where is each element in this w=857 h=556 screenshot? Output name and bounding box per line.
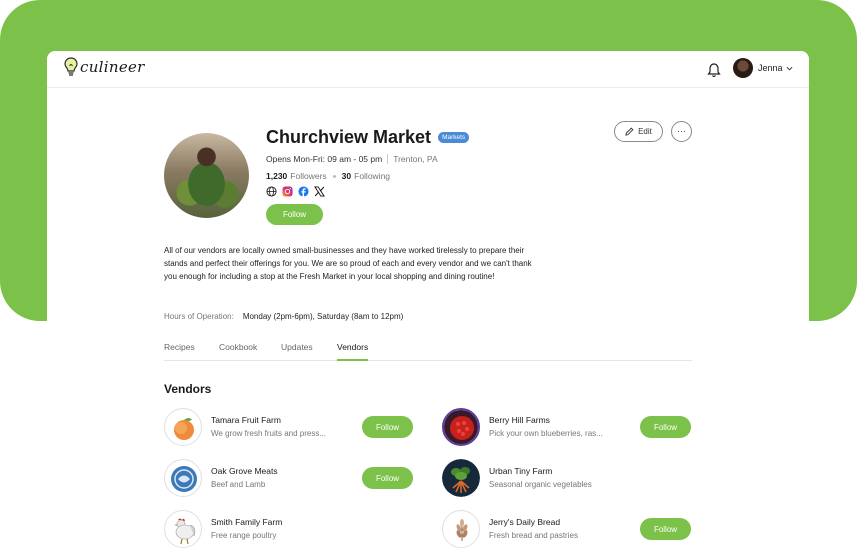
vendor-item[interactable]: Tamara Fruit Farm We grow fresh fruits a…	[164, 408, 424, 448]
vendor-follow-button[interactable]: Follow	[640, 416, 691, 438]
vendor-name[interactable]: Urban Tiny Farm	[489, 466, 552, 476]
vendor-name[interactable]: Tamara Fruit Farm	[211, 415, 281, 425]
divider	[387, 154, 389, 164]
social-links	[266, 186, 325, 197]
logo-text: culineer	[80, 58, 145, 76]
wheat-icon	[442, 510, 480, 548]
logo[interactable]: culineer	[64, 57, 145, 77]
rooster-icon	[164, 510, 202, 548]
vendor-follow-button[interactable]: Follow	[640, 518, 691, 540]
meta-row: Opens Mon-Fri: 09 am - 05 pm Trenton, PA	[266, 154, 438, 164]
vendor-description: Beef and Lamb	[211, 480, 266, 489]
tab-updates[interactable]: Updates	[281, 342, 313, 361]
chevron-down-icon	[786, 66, 792, 70]
stats-row: 1,230 Followers 30 Following	[266, 171, 390, 181]
hours-value: Monday (2pm-6pm), Saturday (8am to 12pm)	[242, 312, 404, 321]
vendor-item[interactable]: Oak Grove Meats Beef and Lamb Follow	[164, 459, 424, 499]
following-label[interactable]: Following	[354, 171, 390, 181]
vegetables-icon	[442, 459, 480, 497]
vendor-follow-button[interactable]: Follow	[362, 467, 413, 489]
opening-hours: Opens Mon-Fri: 09 am - 05 pm	[266, 154, 383, 164]
hours-label: Hours of Operation:	[164, 312, 234, 321]
vendor-item[interactable]: Smith Family Farm Free range poultry	[164, 510, 424, 550]
profile-description: All of our vendors are locally owned sma…	[164, 246, 532, 281]
vendor-description: Pick your own blueberries, ras...	[489, 429, 603, 438]
vendor-name[interactable]: Berry Hill Farms	[489, 415, 550, 425]
vendor-item[interactable]: Berry Hill Farms Pick your own blueberri…	[442, 408, 702, 448]
globe-icon[interactable]	[266, 186, 277, 197]
category-badge[interactable]: Markets	[438, 132, 470, 143]
vendor-name[interactable]: Oak Grove Meats	[211, 466, 278, 476]
lightbulb-icon	[64, 57, 78, 76]
vendor-item[interactable]: Jerry's Daily Bread Fresh bread and past…	[442, 510, 702, 550]
vendor-description: Fresh bread and pastries	[489, 531, 578, 540]
meat-logo-icon	[164, 459, 202, 497]
vendor-name[interactable]: Jerry's Daily Bread	[489, 517, 560, 527]
vendor-description: Seasonal organic vegetables	[489, 480, 592, 489]
tab-vendors[interactable]: Vendors	[337, 342, 369, 361]
following-count[interactable]: 30	[342, 171, 351, 181]
tab-cookbook[interactable]: Cookbook	[219, 342, 257, 361]
bell-icon[interactable]	[707, 62, 721, 78]
vendor-description: We grow fresh fruits and press...	[211, 429, 327, 438]
followers-label[interactable]: Followers	[290, 171, 326, 181]
followers-count[interactable]: 1,230	[266, 171, 287, 181]
page-title: Churchview Market	[266, 127, 432, 147]
edit-button[interactable]: Edit	[614, 121, 663, 142]
top-bar: culineer Jenna	[47, 51, 809, 88]
berry-icon	[442, 408, 480, 446]
pencil-icon	[625, 127, 634, 136]
user-menu[interactable]: Jenna	[733, 58, 793, 78]
user-name: Jenna	[758, 63, 783, 73]
app-window: culineer Jenna Churchview Market Markets…	[47, 51, 809, 556]
edit-label: Edit	[638, 127, 652, 136]
profile-tabs: Recipes Cookbook Updates Vendors	[164, 342, 692, 361]
title-row: Churchview Market Markets	[266, 127, 470, 148]
facebook-icon[interactable]	[298, 186, 309, 197]
separator-dot	[332, 174, 336, 178]
more-options-button[interactable]: ···	[671, 121, 692, 142]
tab-recipes[interactable]: Recipes	[164, 342, 195, 361]
peach-icon	[164, 408, 202, 446]
vendor-item[interactable]: Urban Tiny Farm Seasonal organic vegetab…	[442, 459, 702, 499]
avatar	[733, 58, 753, 78]
instagram-icon[interactable]	[282, 186, 293, 197]
vendors-heading: Vendors	[164, 382, 212, 396]
location: Trenton, PA	[393, 154, 438, 164]
follow-button[interactable]: Follow	[266, 204, 323, 225]
hours-of-operation: Hours of Operation: Monday (2pm-6pm), Sa…	[164, 312, 403, 321]
vendor-description: Free range poultry	[211, 531, 277, 540]
x-icon[interactable]	[314, 186, 325, 197]
profile-photo	[164, 133, 249, 218]
vendor-name[interactable]: Smith Family Farm	[211, 517, 282, 527]
vendor-follow-button[interactable]: Follow	[362, 416, 413, 438]
